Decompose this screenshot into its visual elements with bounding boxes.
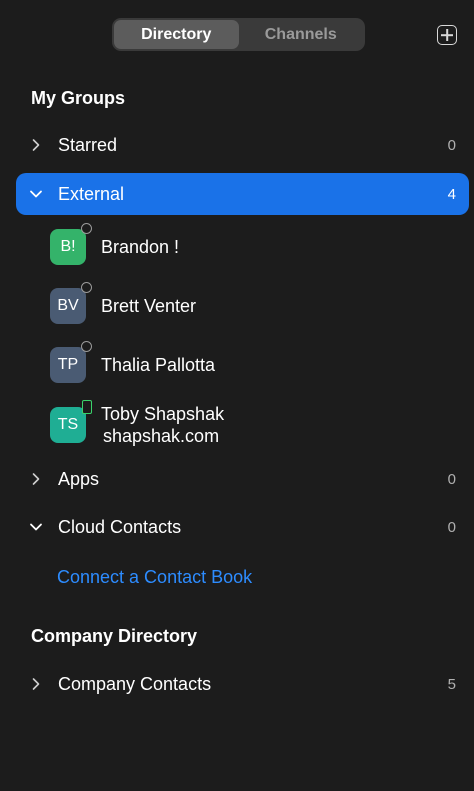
presence-offline-icon [81, 341, 92, 352]
avatar: BV [50, 282, 92, 324]
group-cloud-contacts[interactable]: Cloud Contacts 0 [16, 506, 469, 548]
presence-offline-icon [81, 223, 92, 234]
group-starred[interactable]: Starred 0 [16, 124, 469, 166]
contact-row[interactable]: TS Toby Shapshak shapshak.com [50, 400, 450, 449]
avatar: TS [50, 400, 92, 443]
avatar: TP [50, 341, 92, 383]
group-count: 5 [447, 675, 456, 693]
tab-directory[interactable]: Directory [114, 20, 239, 49]
company-directory-heading: Company Directory [31, 626, 198, 646]
group-company-contacts[interactable]: Company Contacts 5 [16, 663, 469, 705]
directory-channels-toggle: Directory Channels [112, 18, 365, 51]
avatar-initials: B! [60, 238, 76, 255]
contact-row[interactable]: B! Brandon ! [50, 223, 450, 271]
avatar-initials: TP [57, 356, 79, 373]
connect-contact-book-link[interactable]: Connect a Contact Book [57, 567, 252, 588]
contact-name: Brandon ! [101, 237, 180, 257]
group-external[interactable]: External 4 [16, 173, 469, 215]
group-apps[interactable]: Apps 0 [16, 458, 469, 500]
group-label: Apps [58, 468, 100, 489]
mobile-device-icon [82, 400, 92, 414]
group-label: Company Contacts [58, 673, 212, 694]
group-count: 0 [447, 136, 456, 154]
group-label: Cloud Contacts [58, 516, 182, 537]
presence-offline-icon [81, 282, 92, 293]
group-label: External [58, 183, 125, 204]
contact-row[interactable]: BV Brett Venter [50, 282, 450, 330]
chevron-right-icon [16, 677, 56, 691]
avatar: B! [50, 223, 92, 265]
group-label: Starred [58, 134, 118, 155]
chevron-down-icon [16, 522, 56, 532]
chevron-right-icon [16, 472, 56, 486]
my-groups-heading: My Groups [31, 88, 126, 108]
contact-name: Thalia Pallotta [101, 355, 216, 375]
tab-channels[interactable]: Channels [239, 20, 364, 49]
contact-domain: shapshak.com [103, 426, 220, 446]
group-count: 0 [447, 470, 456, 488]
chevron-right-icon [16, 138, 56, 152]
add-contact-icon[interactable] [437, 25, 457, 45]
chevron-down-icon [16, 189, 56, 199]
contact-name: Brett Venter [101, 296, 197, 316]
contact-row[interactable]: TP Thalia Pallotta [50, 341, 450, 389]
group-count: 0 [447, 518, 456, 536]
avatar-initials: BV [57, 297, 79, 314]
group-count: 4 [447, 185, 456, 203]
avatar-initials: TS [57, 416, 79, 433]
contact-name: Toby Shapshak [101, 404, 225, 424]
